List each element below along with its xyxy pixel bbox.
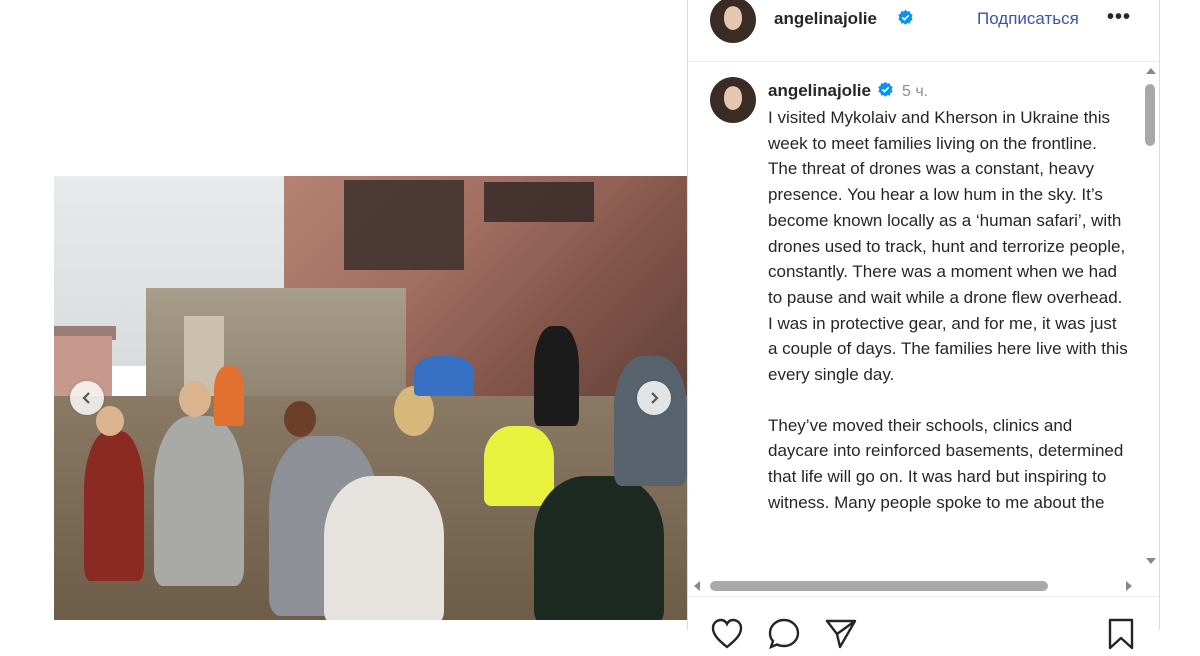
post-header: angelinajolie Подписаться ••• — [688, 0, 1159, 62]
share-button[interactable] — [824, 617, 858, 649]
avatar[interactable] — [710, 77, 756, 123]
horizontal-scrollbar[interactable] — [688, 578, 1143, 594]
post-media — [54, 0, 687, 620]
scrollbar-thumb[interactable] — [710, 581, 1048, 591]
vertical-scrollbar[interactable] — [1143, 64, 1159, 578]
caption-paragraph: I visited Mykolaiv and Kherson in Ukrain… — [768, 108, 1133, 385]
post-caption: I visited Mykolaiv and Kherson in Ukrain… — [768, 105, 1128, 541]
heart-icon — [711, 618, 743, 649]
verified-badge-icon — [878, 81, 893, 97]
bookmark-icon — [1108, 618, 1134, 650]
volunteers-group — [54, 326, 687, 620]
follow-button[interactable]: Подписаться — [977, 9, 1079, 29]
scroll-up-arrow-icon[interactable] — [1146, 68, 1156, 74]
caption-paragraph: They’ve moved their schools, clinics and… — [768, 415, 1129, 512]
right-gutter — [1160, 0, 1200, 630]
comment-bubble-icon — [768, 618, 800, 650]
scrollbar-thumb[interactable] — [1145, 84, 1155, 146]
building-damage — [484, 182, 594, 222]
instagram-post-modal: angelinajolie Подписаться ••• angelinajo… — [0, 0, 1200, 650]
verified-badge — [891, 9, 914, 29]
caption-header: angelinajolie 5 ч. — [768, 81, 928, 101]
left-gutter — [0, 0, 54, 630]
like-button[interactable] — [710, 617, 744, 649]
scroll-left-arrow-icon[interactable] — [694, 581, 700, 591]
post-actions-bar — [688, 596, 1159, 650]
scroll-right-arrow-icon[interactable] — [1126, 581, 1132, 591]
more-options-button[interactable]: ••• — [1107, 6, 1131, 29]
caption-scroll-area[interactable]: angelinajolie 5 ч. I visited Mykolaiv an… — [688, 63, 1159, 578]
caption-author-username[interactable]: angelinajolie — [768, 81, 871, 100]
paper-plane-icon — [825, 619, 857, 649]
comment-button[interactable] — [767, 617, 801, 650]
chevron-left-icon — [82, 392, 90, 404]
avatar[interactable] — [710, 0, 756, 43]
save-button[interactable] — [1104, 617, 1138, 650]
scroll-down-arrow-icon[interactable] — [1146, 558, 1156, 564]
author-username[interactable]: angelinajolie — [774, 9, 877, 29]
chevron-right-icon — [651, 392, 659, 404]
building-damage — [344, 180, 464, 270]
post-side-panel: angelinajolie Подписаться ••• angelinajo… — [688, 0, 1159, 630]
post-timestamp[interactable]: 5 ч. — [902, 83, 928, 100]
post-photo[interactable] — [54, 176, 687, 620]
carousel-next-button[interactable] — [637, 381, 671, 415]
carousel-prev-button[interactable] — [70, 381, 104, 415]
verified-badge-icon — [898, 9, 913, 25]
